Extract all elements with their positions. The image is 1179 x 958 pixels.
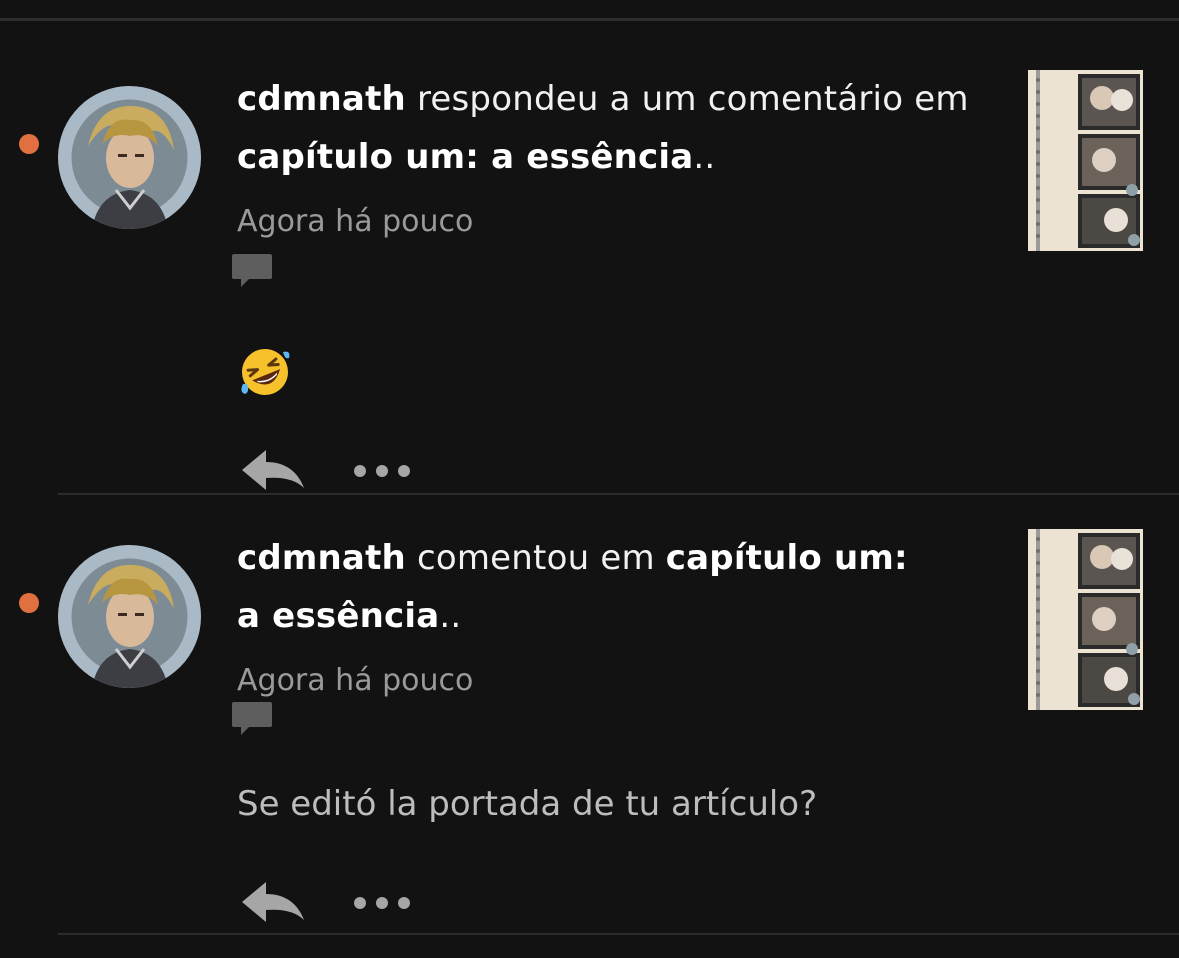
- notification-action: comentou em: [416, 538, 655, 578]
- notification-headline: cdmnath comentou em capítulo um: a essên…: [237, 529, 937, 645]
- notification-divider: [58, 933, 1179, 935]
- unread-indicator: [19, 593, 39, 613]
- user-avatar[interactable]: [58, 545, 201, 688]
- more-options-icon[interactable]: [352, 893, 412, 913]
- reply-icon[interactable]: [240, 880, 306, 926]
- username[interactable]: cdmnath: [237, 538, 406, 578]
- notification-item[interactable]: cdmnath comentou em capítulo um: a essên…: [0, 0, 1179, 958]
- story-title-suffix: ..: [439, 596, 462, 636]
- comment-text: Se editó la portada de tu artículo?: [237, 784, 818, 824]
- comment-bubble-icon: [232, 702, 272, 735]
- timestamp: Agora há pouco: [237, 663, 474, 698]
- story-cover-thumbnail[interactable]: [1028, 529, 1143, 710]
